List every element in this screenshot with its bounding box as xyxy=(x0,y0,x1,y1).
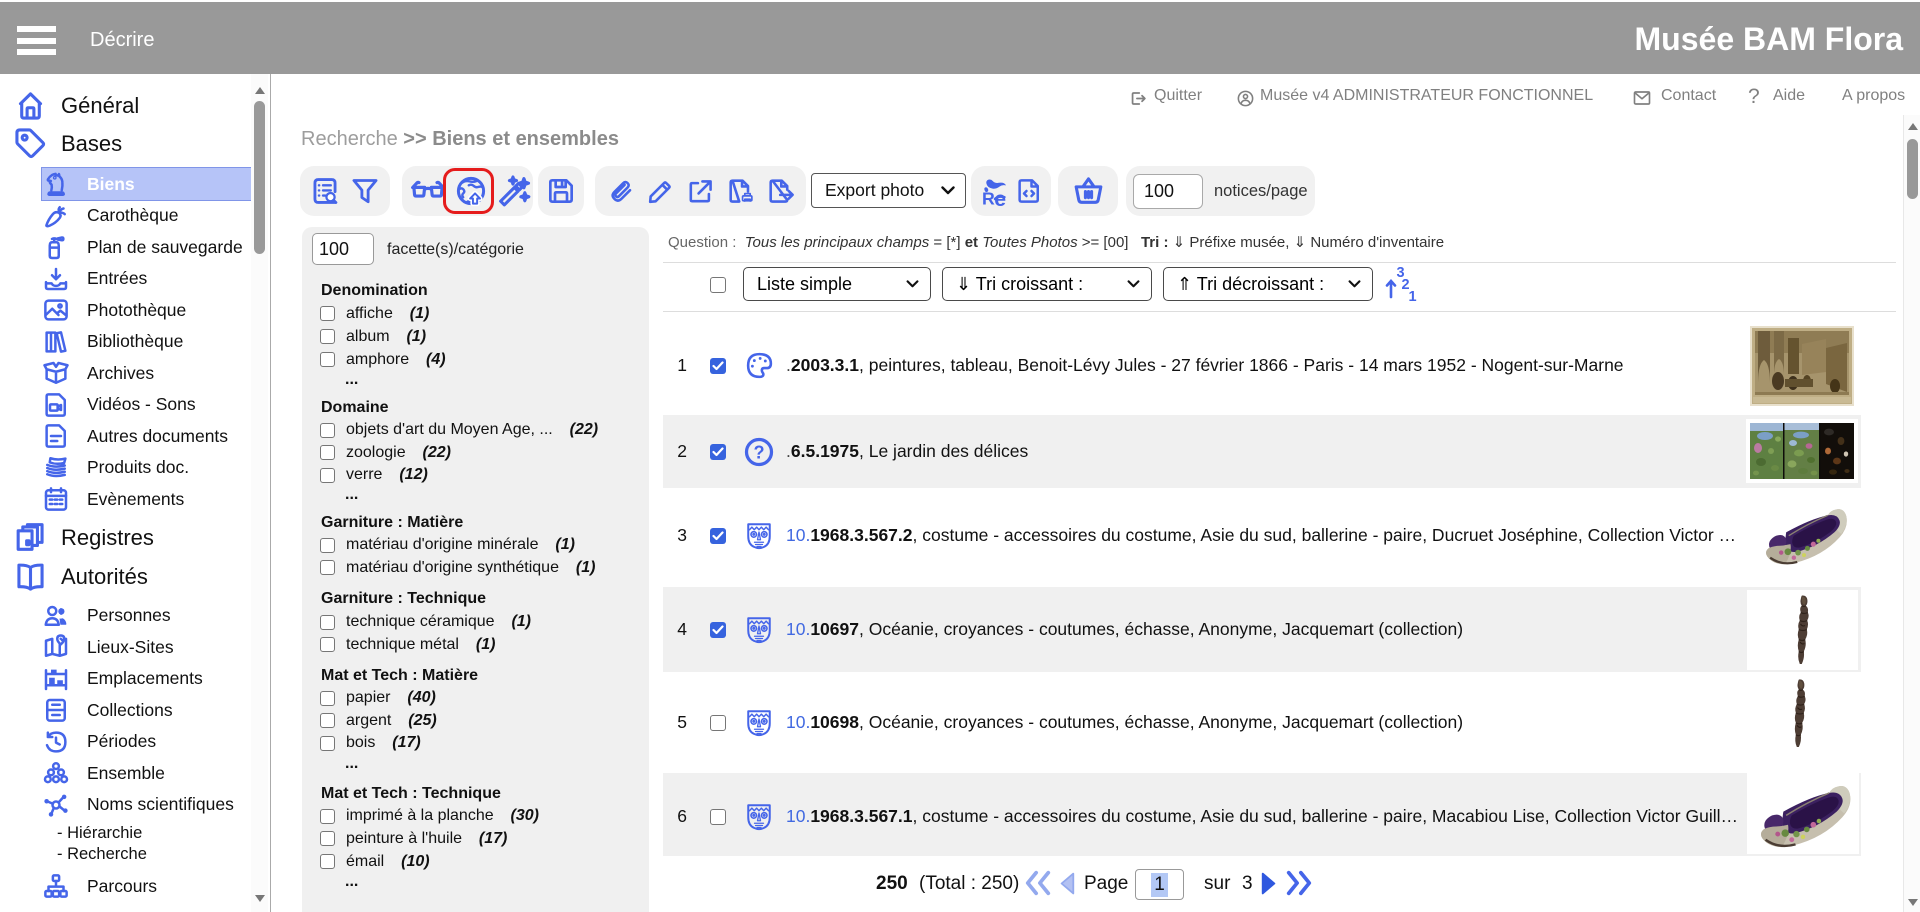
svg-text:1: 1 xyxy=(1409,289,1417,304)
svg-text:R: R xyxy=(982,188,995,208)
svg-text:?: ? xyxy=(753,443,764,463)
